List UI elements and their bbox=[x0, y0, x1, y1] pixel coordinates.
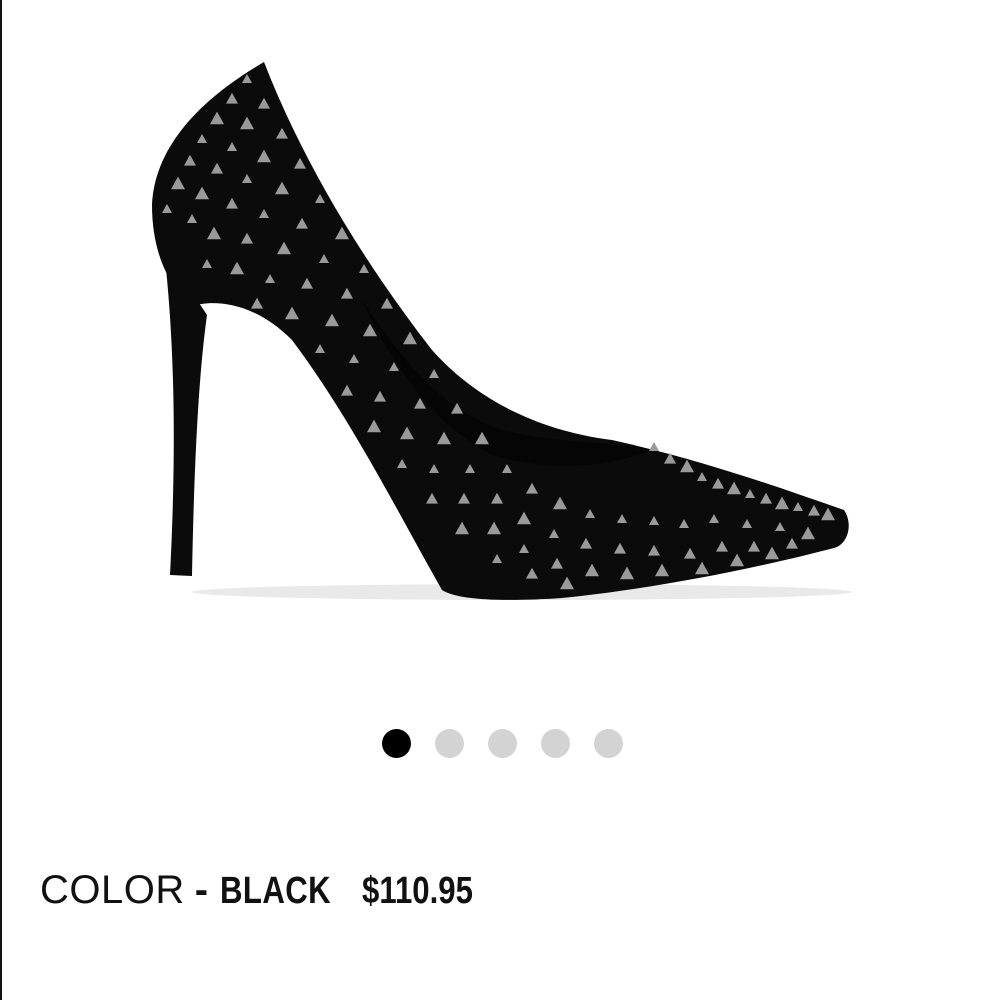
carousel-dot-5[interactable] bbox=[593, 729, 623, 758]
carousel-dot-1[interactable] bbox=[381, 729, 411, 758]
product-page: COLOR - BLACK $110.95 bbox=[0, 0, 1000, 1000]
shoe-body bbox=[152, 62, 849, 600]
carousel-dot-3[interactable] bbox=[487, 729, 517, 758]
color-value: BLACK bbox=[220, 870, 332, 912]
shoe-illustration bbox=[152, 62, 852, 600]
color-label: COLOR bbox=[40, 868, 185, 912]
carousel-dot-2[interactable] bbox=[434, 729, 464, 758]
stud bbox=[649, 442, 659, 451]
product-info-row: COLOR - BLACK $110.95 bbox=[40, 868, 497, 924]
carousel-dots bbox=[2, 729, 1000, 759]
carousel-dot-4[interactable] bbox=[540, 729, 570, 758]
color-separator: - bbox=[194, 868, 209, 912]
price: $110.95 bbox=[361, 870, 473, 912]
product-image[interactable] bbox=[2, 0, 1000, 700]
